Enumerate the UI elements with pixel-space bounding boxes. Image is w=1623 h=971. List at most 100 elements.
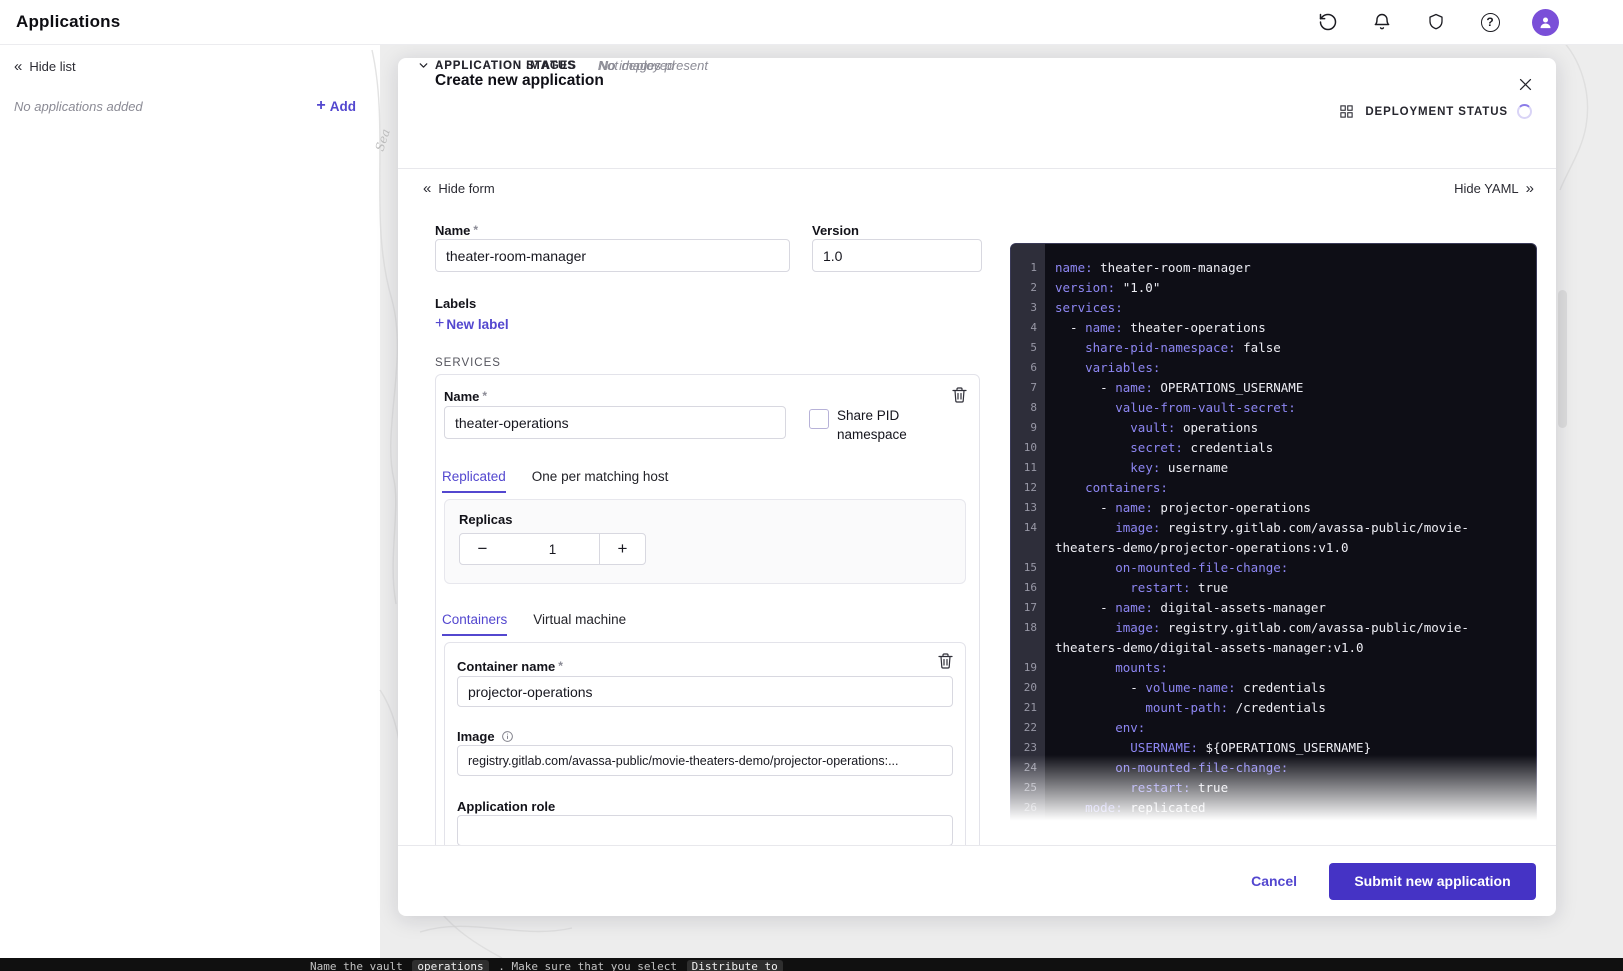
yaml-line: 9 vault: operations [1011, 418, 1536, 438]
yaml-line: 5 share-pid-namespace: false [1011, 338, 1536, 358]
chevron-down-icon [413, 59, 433, 72]
replicas-value[interactable]: 1 [505, 533, 600, 565]
modal-footer: Cancel Submit new application [398, 845, 1556, 916]
runtime-tabs: Containers Virtual machine [442, 612, 626, 636]
yaml-line: 6 variables: [1011, 358, 1536, 378]
yaml-line: theaters-demo/projector-operations:v1.0 [1011, 538, 1536, 558]
spinner-icon [1517, 104, 1532, 119]
share-pid-checkbox[interactable] [809, 409, 829, 429]
applications-list-panel: « Hide list No applications added + Add [0, 45, 380, 958]
shield-icon[interactable] [1424, 10, 1448, 34]
yaml-line: 14 image: registry.gitlab.com/avassa-pub… [1011, 518, 1536, 538]
add-application-button[interactable]: + Add [316, 98, 356, 114]
yaml-line: 26 mode: replicated [1011, 798, 1536, 818]
replicas-stepper: − 1 + [459, 533, 646, 565]
name-input[interactable] [435, 239, 790, 272]
yaml-line: 21 mount-path: /credentials [1011, 698, 1536, 718]
deployment-status: DEPLOYMENT STATUS [1339, 104, 1532, 119]
services-header: SERVICES [435, 357, 501, 369]
services-area: Name* Share PID namespace Replicated One… [435, 374, 980, 845]
container-name-label: Container name* [457, 659, 563, 674]
new-label-button[interactable]: + New label [435, 316, 509, 332]
yaml-line: 8 value-from-vault-secret: [1011, 398, 1536, 418]
yaml-line: 12 containers: [1011, 478, 1536, 498]
yaml-line: 24 on-mounted-file-change: [1011, 758, 1536, 778]
hide-form-label: Hide form [438, 181, 494, 196]
yaml-code: 1name: theater-room-manager2version: "1.… [1011, 258, 1536, 833]
required-mark: * [558, 659, 563, 673]
create-application-modal: Create new application APPLICATION STATU… [398, 58, 1556, 916]
hide-form-button[interactable]: « Hide form [423, 181, 495, 196]
application-images-label: APPLICATION IMAGES [435, 60, 577, 72]
help-glyph: ? [1481, 13, 1500, 32]
page-title: Applications [16, 12, 120, 32]
required-mark: * [473, 223, 478, 237]
yaml-line: 4 - name: theater-operations [1011, 318, 1536, 338]
replicas-label: Replicas [459, 512, 512, 527]
labels-label: Labels [435, 296, 476, 311]
collapse-left-icon: « [423, 181, 431, 196]
hide-list-label: Hide list [29, 59, 75, 74]
grid-icon [1339, 104, 1354, 119]
hide-yaml-button[interactable]: Hide YAML » [1454, 181, 1534, 196]
yaml-line: 16 restart: true [1011, 578, 1536, 598]
decrement-button[interactable]: − [459, 533, 506, 565]
hide-yaml-label: Hide YAML [1454, 181, 1519, 196]
bottom-statusbar: Name the vault operations . Make sure th… [0, 958, 1623, 971]
close-icon[interactable] [1512, 71, 1538, 97]
app-root: Sea Applications ? « Hide list [0, 0, 1623, 971]
bell-icon[interactable] [1370, 10, 1394, 34]
yaml-line: 19 mounts: [1011, 658, 1536, 678]
application-role-label: Application role [457, 799, 555, 814]
page-scrollbar-thumb[interactable] [1558, 290, 1567, 428]
service-name-label: Name* [444, 389, 487, 404]
avatar[interactable] [1532, 9, 1559, 36]
yaml-line: 13 - name: projector-operations [1011, 498, 1536, 518]
modal-title: Create new application [435, 72, 604, 90]
yaml-line: 1name: theater-room-manager [1011, 258, 1536, 278]
service-mode-tabs: Replicated One per matching host [442, 469, 668, 493]
submit-button[interactable]: Submit new application [1329, 863, 1536, 900]
yaml-editor[interactable]: 1name: theater-room-manager2version: "1.… [1010, 243, 1537, 833]
required-mark: * [482, 389, 487, 403]
topbar: Applications ? [0, 0, 1623, 45]
image-input[interactable] [457, 745, 953, 776]
delete-service-icon[interactable] [952, 387, 967, 406]
increment-button[interactable]: + [599, 533, 646, 565]
applications-empty-row: No applications added + Add [14, 98, 356, 114]
header-divider [398, 168, 1556, 169]
container-name-input[interactable] [457, 676, 953, 707]
collapse-right-icon: » [1526, 181, 1534, 196]
refresh-icon[interactable] [1316, 10, 1340, 34]
application-images-value: No images present [599, 58, 708, 73]
yaml-line: 27 replicas: 1 [1011, 818, 1536, 833]
hide-list-button[interactable]: « Hide list [14, 59, 356, 74]
deployment-status-label: DEPLOYMENT STATUS [1365, 106, 1508, 118]
collapse-left-icon: « [14, 59, 22, 74]
help-icon[interactable]: ? [1478, 10, 1502, 34]
application-role-input[interactable] [457, 815, 953, 845]
tab-containers[interactable]: Containers [442, 612, 507, 636]
yaml-line: 7 - name: OPERATIONS_USERNAME [1011, 378, 1536, 398]
service-card: Name* Share PID namespace Replicated One… [435, 374, 980, 845]
delete-container-icon[interactable] [938, 653, 953, 672]
yaml-line: 25 restart: true [1011, 778, 1536, 798]
info-icon [501, 730, 514, 743]
person-icon [1538, 15, 1553, 30]
version-input[interactable] [812, 239, 982, 272]
replicas-panel: Replicas − 1 + [444, 499, 966, 584]
yaml-line: 10 secret: credentials [1011, 438, 1536, 458]
yaml-line: 2version: "1.0" [1011, 278, 1536, 298]
application-images-section[interactable]: APPLICATION IMAGES No images present [413, 58, 708, 73]
new-label-text: New label [446, 317, 508, 332]
tab-virtual-machine[interactable]: Virtual machine [533, 612, 626, 636]
container-card: Container name* Image Application role [444, 642, 966, 845]
tab-one-per-matching-host[interactable]: One per matching host [532, 469, 669, 493]
cancel-button[interactable]: Cancel [1251, 873, 1297, 889]
image-label: Image [457, 729, 514, 744]
service-name-input[interactable] [444, 406, 786, 439]
empty-list-text: No applications added [14, 99, 143, 114]
tab-replicated[interactable]: Replicated [442, 469, 506, 493]
yaml-line: 15 on-mounted-file-change: [1011, 558, 1536, 578]
share-pid-label: Share PID namespace [837, 406, 947, 444]
